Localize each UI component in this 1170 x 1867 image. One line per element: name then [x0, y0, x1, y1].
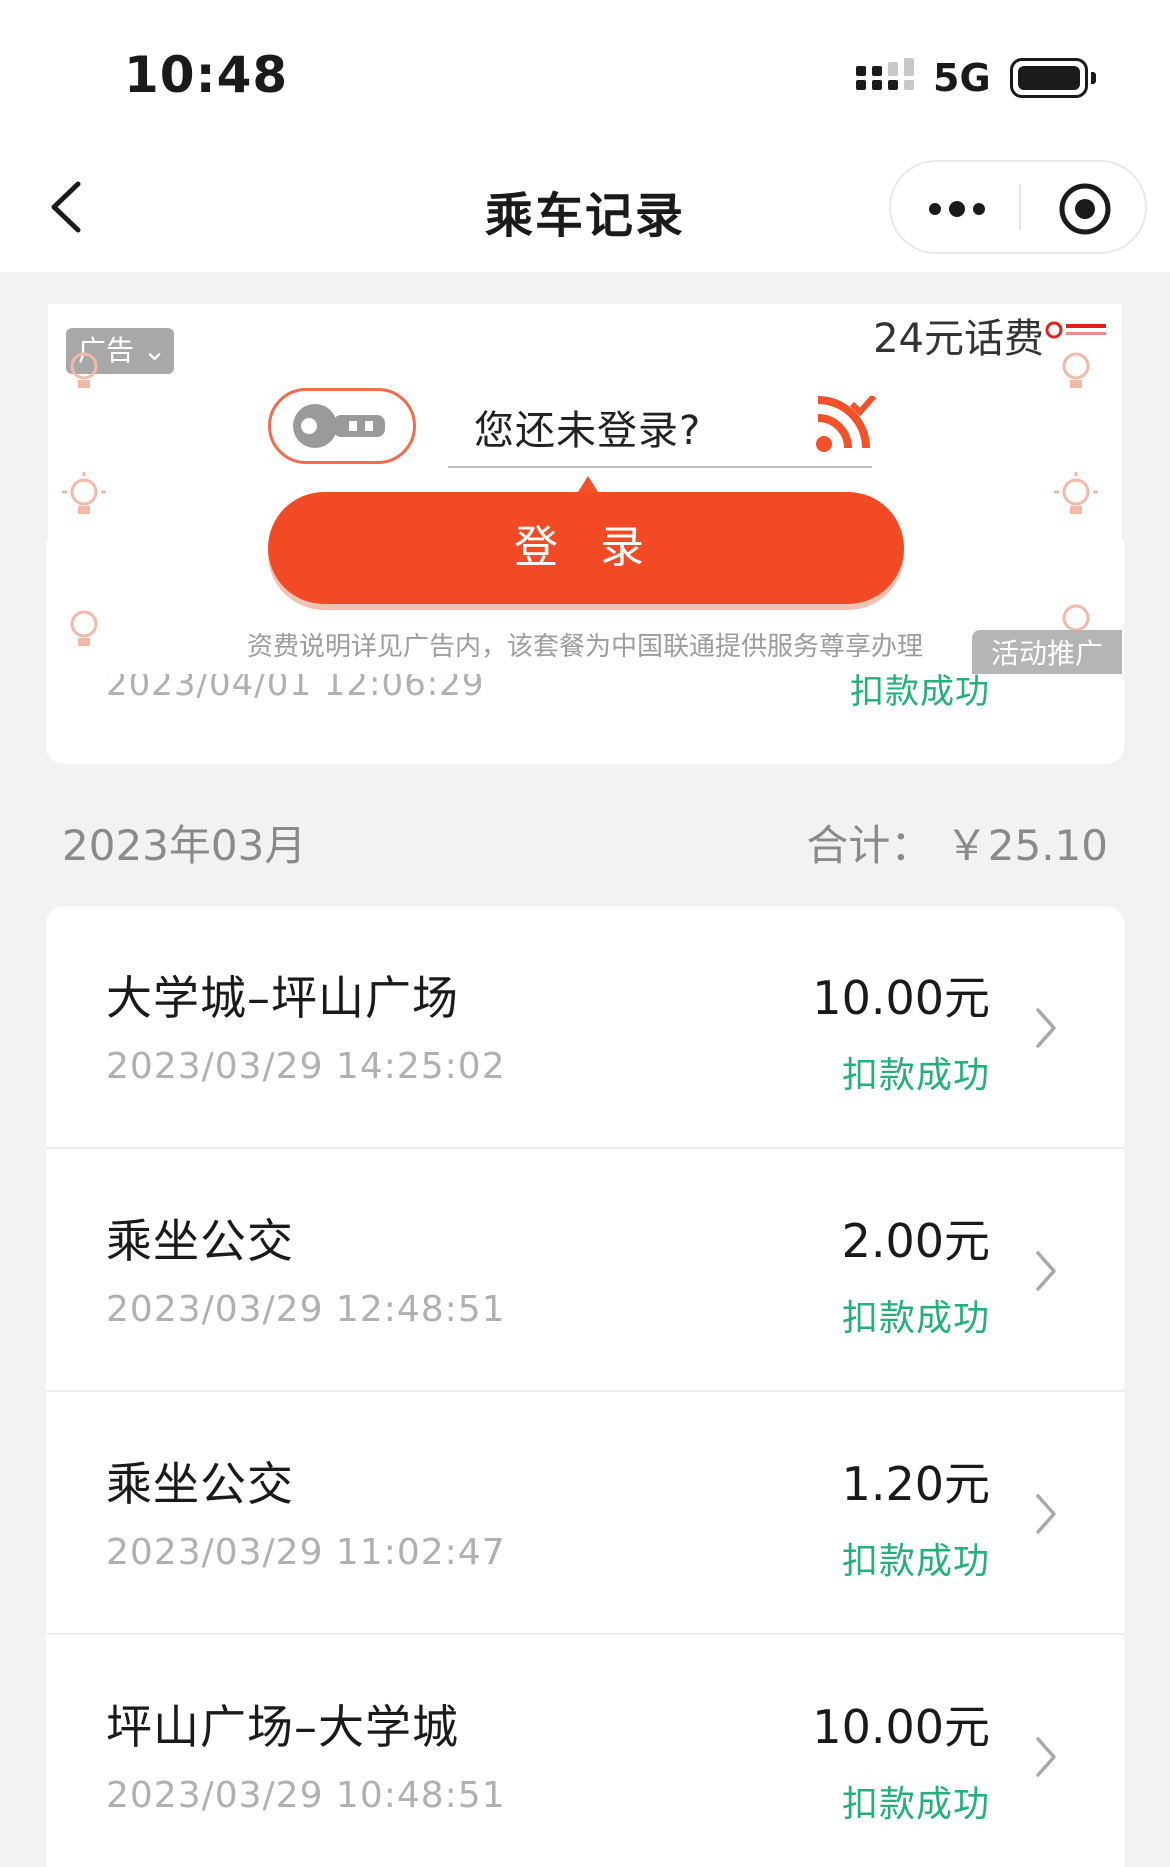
- record-date: 2023/03/29 14:25:02: [106, 1046, 506, 1087]
- chevron-right-icon: [1036, 1251, 1056, 1291]
- lightbulb-icon: [70, 352, 98, 388]
- chevron-right-icon: [1036, 1494, 1056, 1534]
- record-route: 坪山广场–大学城: [106, 1700, 459, 1754]
- battery-icon: [1010, 58, 1096, 98]
- record-route: 乘坐公交: [106, 1214, 294, 1268]
- record-item[interactable]: 坪山广场–大学城 2023/03/29 10:48:51 10.00元 扣款成功: [46, 1635, 1124, 1867]
- record-route: 乘坐公交: [106, 1457, 294, 1511]
- chevron-right-icon: [1036, 1737, 1056, 1777]
- ad-pointer-arrow: [578, 476, 598, 492]
- record-item[interactable]: 乘坐公交 2023/03/29 12:48:51 2.00元 扣款成功: [46, 1149, 1124, 1392]
- record-date: 2023/03/29 12:48:51: [106, 1289, 506, 1330]
- ad-login-button[interactable]: 登 录: [268, 492, 904, 604]
- ride-records-list: 大学城–坪山广场 2023/03/29 14:25:02 10.00元 扣款成功…: [46, 906, 1124, 1867]
- record-amount: 10.00元: [812, 971, 990, 1025]
- record-status: 扣款成功: [841, 1055, 990, 1096]
- record-amount: 1.20元: [841, 1457, 990, 1511]
- record-date: 2023/03/29 11:02:47: [106, 1532, 506, 1573]
- month-total: 合计： ￥25.10: [806, 821, 1108, 870]
- chevron-right-icon: [1036, 1008, 1056, 1048]
- ad-banner[interactable]: 广告 ⌄ 24元话费 您还未登录? 登 录 资费说明详见广告内，该套餐为中国联通…: [48, 304, 1122, 674]
- ad-prize-text: 24元话费: [873, 316, 1044, 362]
- signal-icon: [856, 58, 914, 90]
- record-date: 2023/03/29 10:48:51: [106, 1775, 506, 1816]
- ad-promo-tag: 活动推广: [972, 630, 1122, 674]
- ad-disclaimer: 资费说明详见广告内，该套餐为中国联通提供服务尊享办理: [246, 632, 923, 662]
- record-status: 扣款成功: [841, 1541, 990, 1582]
- record-route: 大学城–坪山广场: [106, 971, 459, 1025]
- record-item[interactable]: 乘坐公交 2023/03/29 11:02:47 1.20元 扣款成功: [46, 1392, 1124, 1635]
- record-status: 扣款成功: [841, 1298, 990, 1339]
- close-mini-program-button[interactable]: [1021, 162, 1147, 252]
- more-options-button[interactable]: [891, 162, 1019, 252]
- key-icon: [268, 388, 416, 464]
- lightbulb-icon: [1062, 352, 1090, 388]
- lightbulb-icon: [62, 472, 106, 514]
- top-bar: 10:48 5G 乘车记录: [0, 0, 1170, 272]
- status-time: 10:48: [124, 46, 289, 104]
- broadcast-icon: [816, 396, 877, 452]
- record-amount: 2.00元: [841, 1214, 990, 1268]
- unicom-logo-icon: [1045, 321, 1106, 339]
- record-status: 扣款成功: [841, 1784, 990, 1825]
- network-label: 5G: [933, 56, 991, 100]
- record-item[interactable]: 大学城–坪山广场 2023/03/29 14:25:02 10.00元 扣款成功: [46, 906, 1124, 1149]
- month-label: 2023年03月: [62, 821, 307, 870]
- ad-input-underline: [448, 466, 872, 468]
- ad-login-prompt: 您还未登录?: [474, 408, 702, 454]
- mini-program-capsule: [889, 160, 1147, 254]
- lightbulb-icon: [1054, 472, 1098, 514]
- record-amount: 10.00元: [812, 1700, 990, 1754]
